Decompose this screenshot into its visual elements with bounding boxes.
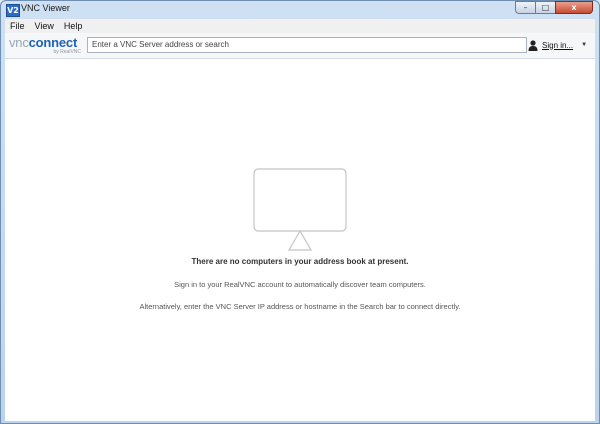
menu-bar: File View Help [5, 19, 595, 33]
empty-heading: There are no computers in your address b… [191, 257, 409, 266]
toolbar: vncconnect by RealVNC Sign in... ▼ [5, 33, 595, 59]
window-controls: – □ x [515, 1, 593, 15]
menu-file[interactable]: File [5, 21, 30, 31]
minimize-button[interactable]: – [515, 1, 535, 14]
menu-help[interactable]: Help [59, 21, 88, 31]
logo-connect-text: connect [28, 35, 78, 50]
user-icon [528, 39, 538, 51]
maximize-button[interactable]: □ [535, 1, 555, 14]
menu-view[interactable]: View [30, 21, 59, 31]
search-input[interactable] [87, 37, 527, 53]
sign-in-button[interactable]: Sign in... ▼ [528, 38, 587, 52]
logo-subtitle: by RealVNC [53, 49, 81, 55]
logo-text: vncconnect [9, 35, 77, 50]
app-icon: V2 [6, 4, 20, 17]
monitor-icon [253, 168, 347, 251]
logo-vnc-text: vnc [9, 35, 29, 50]
sign-in-hint: Sign in to your RealVNC account to autom… [174, 280, 426, 289]
window-title: VNC Viewer [21, 3, 70, 13]
address-book-area: There are no computers in your address b… [5, 59, 595, 421]
vnc-connect-logo: vncconnect by RealVNC [9, 35, 83, 56]
sign-in-label: Sign in... [542, 40, 574, 50]
search-hint: Alternatively, enter the VNC Server IP a… [139, 302, 461, 311]
title-bar[interactable]: V2 VNC Viewer – □ x [1, 1, 599, 18]
caret-down-icon[interactable]: ▼ [581, 42, 587, 48]
app-window: V2 VNC Viewer – □ x File View Help vncco… [0, 0, 600, 424]
close-button[interactable]: x [555, 1, 593, 14]
